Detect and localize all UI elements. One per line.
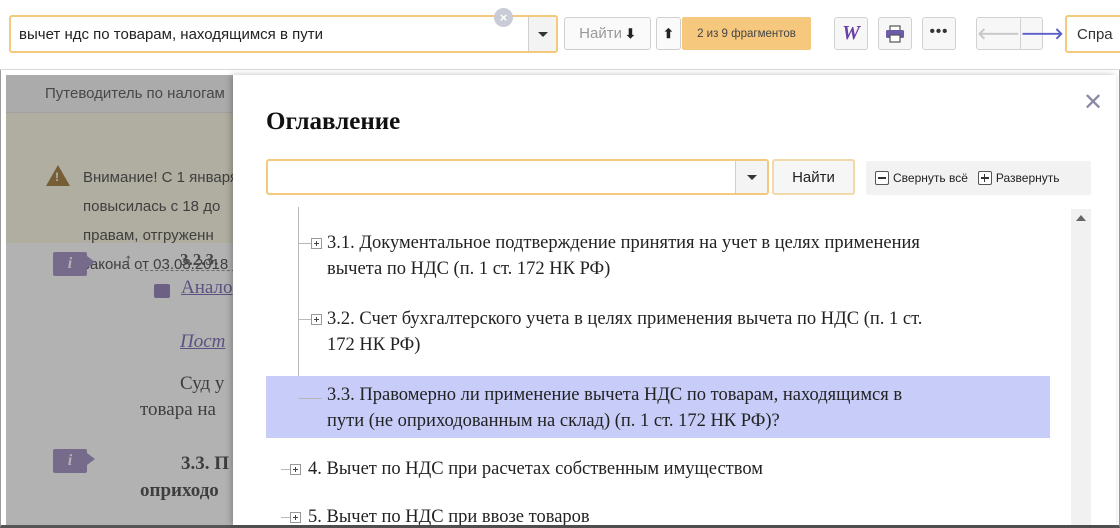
- toc-find-button[interactable]: Найти: [772, 159, 855, 195]
- modal-title: Оглавление: [266, 108, 401, 135]
- toc-search-dropdown[interactable]: [735, 161, 767, 193]
- top-toolbar: × Найти ⬇ ⬆ 2 из 9 фрагментов W ••• 🡐 🡒 …: [0, 0, 1120, 70]
- tree-connector: [298, 319, 311, 320]
- toc-item-label: 3.2. Счет бухгалтерского учета в целях п…: [327, 309, 923, 329]
- toc-item[interactable]: 3.1. Документальное подтверждение принят…: [266, 230, 1066, 282]
- scroll-up-icon[interactable]: [1076, 215, 1086, 221]
- expand-icon: [977, 171, 992, 185]
- expand-all-button[interactable]: Развернуть: [977, 171, 1060, 185]
- expand-node-icon[interactable]: [290, 464, 301, 475]
- printer-icon: [886, 24, 904, 43]
- word-icon: W: [842, 22, 860, 44]
- forward-arrow-icon[interactable]: 🡒: [1021, 18, 1064, 49]
- arrow-down-icon: ⬇: [624, 25, 636, 41]
- expand-all-label: Развернуть: [995, 171, 1060, 185]
- toc-item-label: пути (не оприходованным на склад) (п. 1 …: [327, 411, 780, 431]
- close-icon[interactable]: ✕: [1083, 91, 1103, 115]
- toc-item-label: 3.3. Правомерно ли применение вычета НДС…: [327, 385, 903, 405]
- search-input[interactable]: [11, 17, 528, 51]
- expand-node-icon[interactable]: [311, 314, 322, 325]
- toc-item-label: вычета по НДС (п. 1 ст. 172 НК РФ): [327, 259, 611, 279]
- toc-item-label: 3.1. Документальное подтверждение принят…: [327, 233, 920, 253]
- expand-node-icon[interactable]: [311, 238, 322, 249]
- toc-item-label: 4. Вычет по НДС при расчетах собственным…: [308, 459, 763, 479]
- toc-item-selected[interactable]: 3.3. Правомерно ли применение вычета НДС…: [266, 382, 1066, 434]
- tree-connector: [281, 469, 290, 470]
- chevron-down-icon: [537, 31, 548, 37]
- collapse-all-button[interactable]: Свернуть всё: [875, 171, 968, 185]
- toc-search-input[interactable]: [268, 161, 735, 193]
- search-history-dropdown[interactable]: [528, 17, 556, 51]
- toc-tree: 3.1. Документальное подтверждение принят…: [266, 207, 1091, 525]
- toc-item[interactable]: 4. Вычет по НДС при расчетах собственным…: [266, 456, 1066, 482]
- expand-node-icon[interactable]: [290, 512, 301, 523]
- print-button[interactable]: [878, 17, 912, 50]
- toc-tools: Свернуть всё Развернуть: [866, 161, 1091, 195]
- toc-search-box: [266, 159, 769, 195]
- arrow-up-icon: ⬆: [663, 25, 674, 41]
- match-count-badge: 2 из 9 фрагментов: [682, 17, 811, 50]
- toc-scrollbar[interactable]: [1071, 209, 1091, 525]
- toc-item[interactable]: 3.2. Счет бухгалтерского учета в целях п…: [266, 306, 1066, 358]
- tree-connector: [281, 517, 290, 518]
- back-arrow-icon[interactable]: 🡐: [977, 18, 1021, 49]
- tree-connector: [298, 243, 311, 244]
- toc-item-label: 5. Вычет по НДС при ввозе товаров: [308, 507, 590, 525]
- more-dots-icon: •••: [929, 23, 949, 40]
- find-previous-button[interactable]: ⬆: [656, 17, 681, 50]
- toc-modal: ✕ Оглавление Найти Свернуть всё Разверну…: [233, 75, 1116, 525]
- clear-search-icon[interactable]: ×: [494, 8, 513, 27]
- search-box: [9, 15, 558, 53]
- toc-item[interactable]: 5. Вычет по НДС при ввозе товаров: [266, 504, 1066, 525]
- collapse-icon: [875, 171, 889, 185]
- collapse-all-label: Свернуть всё: [893, 171, 968, 185]
- history-navigation: 🡐 🡒: [976, 17, 1064, 50]
- tree-connector: [298, 398, 322, 399]
- more-actions-button[interactable]: •••: [922, 17, 956, 50]
- chevron-down-icon: [746, 174, 757, 180]
- find-next-button[interactable]: Найти ⬇: [564, 17, 651, 50]
- help-search-field[interactable]: Спра: [1065, 15, 1120, 53]
- find-button-label: Найти: [579, 25, 622, 42]
- export-word-button[interactable]: W: [834, 17, 868, 50]
- toc-item-label: 172 НК РФ): [327, 335, 421, 355]
